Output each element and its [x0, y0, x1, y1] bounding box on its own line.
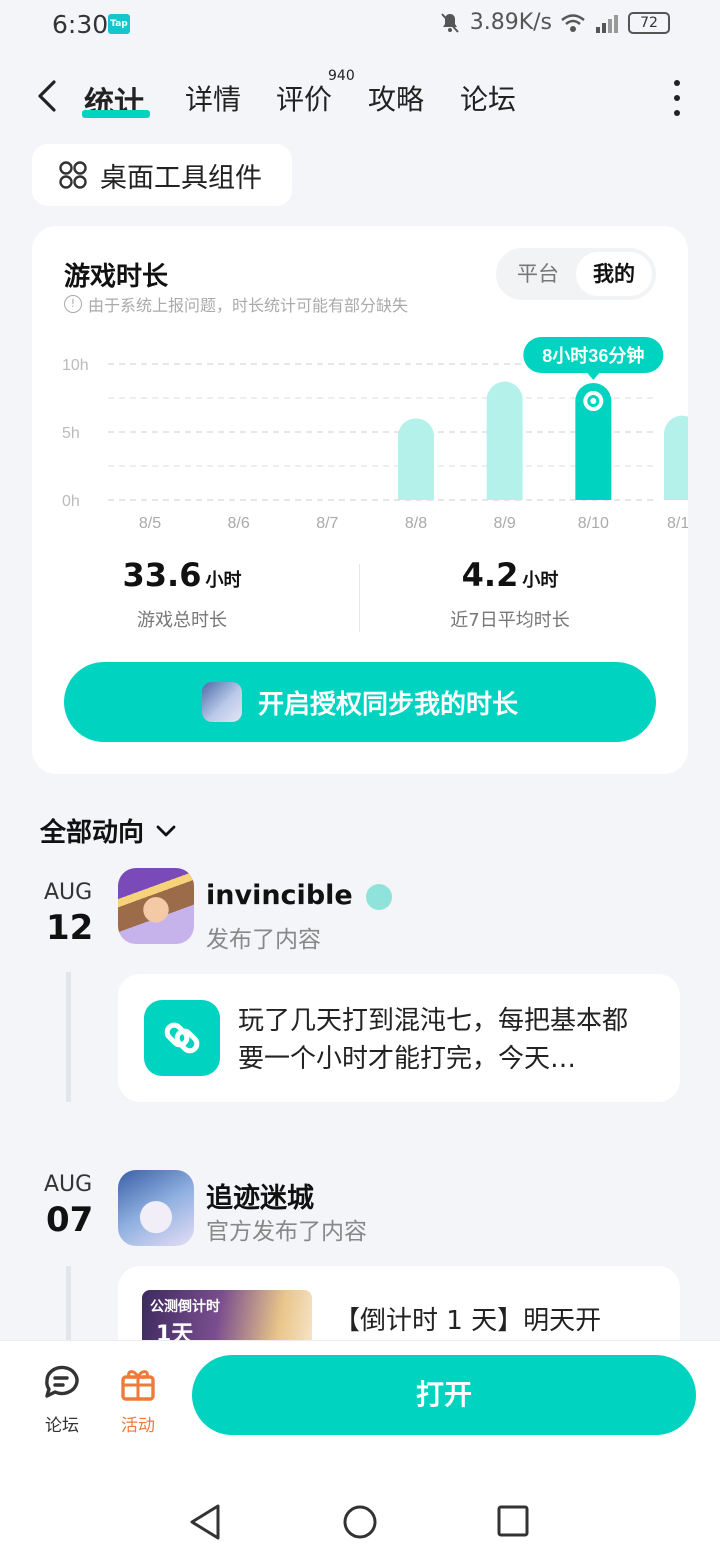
- tab-active-indicator: [82, 110, 150, 118]
- chart-x-tick: 8/7: [316, 515, 338, 532]
- average-playtime: 4.2 小时 近7日平均时长: [360, 556, 660, 632]
- link-icon: [144, 1000, 220, 1076]
- game-avatar[interactable]: [118, 1170, 194, 1246]
- post-card[interactable]: 公测倒计时 1天 【倒计时 1 天】明天开: [118, 1266, 680, 1340]
- widgets-grid-icon: [59, 161, 87, 189]
- net-speed: 3.89K/s: [469, 10, 552, 35]
- system-navigation-bar: [0, 1460, 720, 1560]
- total-playtime-value: 33.6: [122, 556, 202, 594]
- signal-icon: [596, 14, 618, 33]
- chart-bar: [398, 418, 434, 500]
- sync-playtime-button[interactable]: 开启授权同步我的时长: [64, 662, 656, 742]
- post-banner-image: 公测倒计时 1天: [142, 1290, 312, 1340]
- tab-guides[interactable]: 攻略: [368, 78, 424, 118]
- open-game-button[interactable]: 打开: [192, 1355, 696, 1435]
- chart-x-tick: 8/9: [494, 515, 516, 532]
- average-playtime-label: 近7日平均时长: [450, 610, 570, 631]
- activity-label: 活动: [121, 1416, 155, 1436]
- nav-back-icon[interactable]: [188, 1502, 222, 1542]
- post-text: 【倒计时 1 天】明天开: [334, 1306, 602, 1336]
- banner-countdown: 1天: [156, 1322, 194, 1340]
- timeline-line: [66, 1266, 71, 1340]
- desktop-widget-button[interactable]: 桌面工具组件: [32, 144, 292, 206]
- chart-x-tick: 8/6: [228, 515, 250, 532]
- reviews-count-badge: 940: [328, 68, 355, 84]
- chart-x-tick: 8/11: [667, 515, 688, 532]
- post-text: 玩了几天打到混沌七，每把基本都要一个小时才能打完，今天…: [238, 1006, 629, 1074]
- chart-bar: [486, 381, 523, 500]
- sync-playtime-label: 开启授权同步我的时长: [257, 689, 518, 720]
- chart-y-tick: 0h: [62, 493, 80, 510]
- chart-x-tick: 8/5: [139, 515, 161, 532]
- playtime-card: 游戏时长 ! 由于系统上报问题，时长统计可能有部分缺失 平台 我的 10h 5h 0…: [32, 226, 688, 774]
- chevron-down-icon: [156, 825, 176, 836]
- playtime-note: ! 由于系统上报问题，时长统计可能有部分缺失: [64, 292, 408, 316]
- feed-filter-label: 全部动向: [40, 818, 145, 848]
- post-day: 07: [46, 1200, 94, 1240]
- feed-filter-dropdown[interactable]: 全部动向: [40, 812, 178, 849]
- post-card[interactable]: 玩了几天打到混沌七，每把基本都要一个小时才能打完，今天…: [118, 974, 680, 1102]
- top-tabs: 统计 详情 评价 940 攻略 论坛: [0, 62, 720, 132]
- playtime-title: 游戏时长: [64, 262, 169, 292]
- timeline-line: [66, 972, 71, 1102]
- post-action: 发布了内容: [206, 927, 321, 953]
- chart-x-tick: 8/10: [578, 515, 609, 532]
- chart-x-tick: 8/8: [405, 515, 427, 532]
- back-arrow-icon[interactable]: [30, 76, 70, 116]
- status-icons: 3.89K/s 72: [438, 10, 670, 35]
- more-options-icon[interactable]: [670, 80, 684, 116]
- average-playtime-unit: 小时: [522, 570, 559, 591]
- chart-y-tick: 5h: [62, 425, 80, 442]
- gift-icon: [121, 1370, 155, 1401]
- total-playtime: 33.6 小时 游戏总时长: [32, 556, 332, 632]
- bottom-action-bar: 论坛 活动 打开: [0, 1340, 720, 1460]
- post-day: 12: [46, 908, 94, 948]
- post-action: 官方发布了内容: [206, 1219, 367, 1245]
- post-author[interactable]: invincible: [206, 880, 393, 911]
- info-icon: !: [64, 295, 82, 313]
- widget-pill-label: 桌面工具组件: [100, 162, 262, 194]
- status-bar: 6:30 Tap 3.89K/s 72: [0, 0, 720, 50]
- activity-button[interactable]: 活动: [108, 1363, 168, 1436]
- tab-details[interactable]: 详情: [185, 78, 241, 118]
- chart-bar: [664, 415, 688, 500]
- user-avatar[interactable]: [118, 868, 194, 944]
- post-author-name: invincible: [206, 880, 353, 911]
- game-icon: [201, 682, 242, 722]
- chat-bubble-icon: [45, 1365, 79, 1398]
- banner-text: 公测倒计时: [150, 1299, 220, 1315]
- source-segmented-control: 平台 我的: [496, 248, 656, 300]
- playtime-note-text: 由于系统上报问题，时长统计可能有部分缺失: [88, 296, 409, 315]
- verified-badge-icon: [366, 883, 393, 910]
- playtime-bar-chart: 10h 5h 0h 8/5 8/6 8/7 8/8 8/9 8小时36分钟 8/10 8/11: [62, 337, 688, 532]
- average-playtime-value: 4.2: [461, 556, 519, 594]
- tap-app-icon: Tap: [108, 14, 130, 34]
- total-playtime-label: 游戏总时长: [137, 610, 227, 631]
- chart-tooltip-pointer: [587, 373, 600, 381]
- post-month: AUG: [44, 1172, 93, 1197]
- chart-highlight-dot-center: [590, 398, 597, 405]
- segment-mine[interactable]: 我的: [576, 252, 652, 296]
- status-time: 6:30: [52, 10, 109, 39]
- total-playtime-unit: 小时: [205, 570, 242, 591]
- post-month: AUG: [44, 880, 93, 905]
- nav-recents-icon[interactable]: [496, 1504, 530, 1538]
- forum-label: 论坛: [45, 1416, 79, 1436]
- tab-reviews[interactable]: 评价: [276, 78, 332, 118]
- chart-y-tick: 10h: [62, 357, 89, 374]
- forum-button[interactable]: 论坛: [32, 1363, 92, 1436]
- post-author-name[interactable]: 追迹迷城: [206, 1176, 314, 1215]
- battery-indicator: 72: [628, 11, 670, 34]
- wifi-icon: [561, 13, 585, 32]
- segment-platform[interactable]: 平台: [500, 252, 576, 296]
- mute-bell-icon: [440, 12, 459, 33]
- tab-forum[interactable]: 论坛: [460, 78, 516, 118]
- chart-tooltip-text: 8小时36分钟: [542, 345, 644, 366]
- nav-home-icon[interactable]: [342, 1504, 378, 1540]
